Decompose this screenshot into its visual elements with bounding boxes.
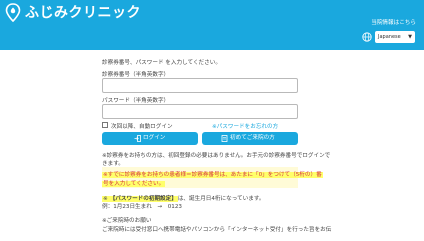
language-select[interactable]: Japanese ▼ [375,31,415,43]
card-number-label: 診察券番号（半角英数字） [102,72,170,78]
note-line-1: ※診察券をお持ちの方は、初回登録の必要はありません。お手元の診察券番号でログイン… [102,153,331,159]
login-icon [134,135,141,142]
globe-icon [362,32,372,42]
note-line-3: ※すでに診察券をお持ちの患者様＝診察券番号は、あたまに「0」をつけて（5桁の）番 [102,172,323,178]
password-label: パスワード（半角英数字） [102,98,170,104]
password-example: 例：1月23日生まれ → 0123 [102,204,182,210]
first-visit-button[interactable]: 初めてご来院の方 [202,132,298,145]
note-line-4: 号を入力してください。 [102,181,166,187]
chevron-down-icon: ▼ [408,34,412,40]
document-icon [221,135,228,142]
forgot-password-link[interactable]: ※パスワードをお忘れの方 [212,122,278,130]
auto-login-label: 次回以降、自動ログイン [111,124,173,130]
language-select-value: Japanese [378,34,401,40]
app-header: ふじみクリニック 当院情報はこちら Japanese ▼ [0,0,424,50]
auto-login-checkbox[interactable] [102,122,108,128]
form-intro: 診察券番号、パスワード を入力してください。 [102,60,221,66]
visit-request-text: ご来院時には受付窓口へ携帯電話やパソコンから「インターネット受付」を行った旨をお… [102,227,332,233]
login-button-label: ログイン [143,135,166,141]
visit-request-title: ※ご来院時のお願い [102,218,152,224]
note-line-2: きます。 [102,161,124,167]
first-visit-button-label: 初めてご来院の方 [230,135,275,141]
password-initial-note: ※ 【パスワードの初期設定】は、誕生月日4桁になっています。 [102,196,265,202]
password-input[interactable] [102,104,298,119]
clinic-logo-text: ふじみクリニック [25,5,141,21]
map-pin-logo-icon [5,3,21,22]
card-number-input[interactable] [102,78,298,93]
hospital-info-link[interactable]: 当院情報はこちら [371,18,416,26]
login-button[interactable]: ログイン [102,132,198,145]
